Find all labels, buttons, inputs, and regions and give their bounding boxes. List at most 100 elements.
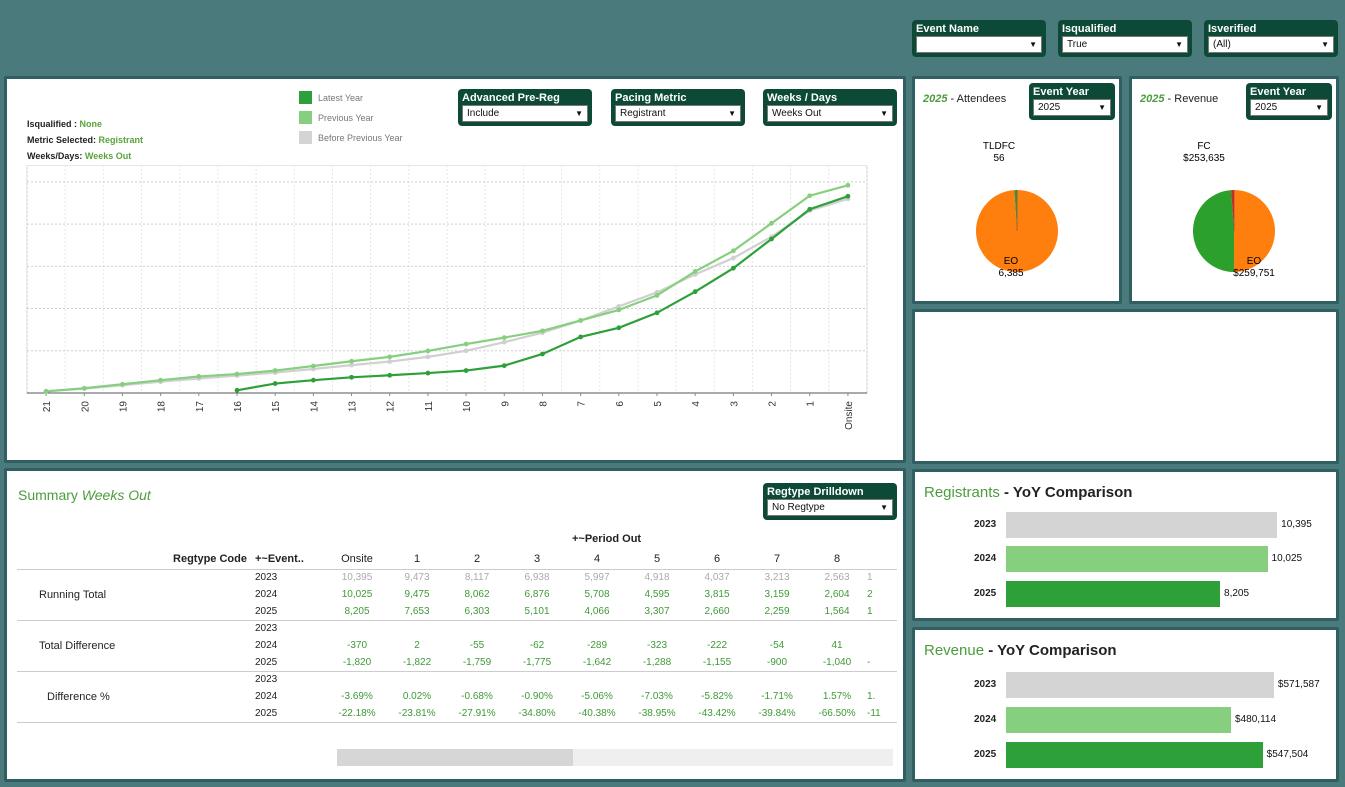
isverified-filter[interactable]: Isverified (All) ▼ bbox=[1204, 20, 1338, 57]
isqualified-filter[interactable]: Isqualified True ▼ bbox=[1058, 20, 1192, 57]
data-point[interactable] bbox=[807, 193, 813, 199]
event-year-select[interactable]: 2025 ▼ bbox=[1033, 99, 1111, 116]
data-point[interactable] bbox=[463, 341, 469, 347]
data-point[interactable] bbox=[578, 317, 584, 323]
bar[interactable] bbox=[1006, 581, 1221, 607]
table-cell: -5.06% bbox=[581, 691, 613, 702]
col-period[interactable]: 1 bbox=[387, 549, 447, 569]
data-point[interactable] bbox=[234, 371, 240, 377]
attendees-event-year-filter[interactable]: Event Year 2025 ▼ bbox=[1029, 83, 1115, 120]
table-cell: 9,475 bbox=[404, 589, 430, 600]
event-name-select[interactable]: ▼ bbox=[916, 36, 1042, 53]
summary-grid: Regtype Code +~Event.. Onsite 1 2 3 4 5 6 7 8 2023 1… bbox=[17, 549, 897, 726]
weeks-days-filter[interactable]: Weeks / Days Weeks Out ▼ bbox=[763, 89, 897, 126]
data-point[interactable] bbox=[425, 370, 431, 376]
table-cell bbox=[507, 620, 567, 637]
data-point[interactable] bbox=[807, 206, 813, 212]
data-point[interactable] bbox=[349, 358, 354, 364]
data-point[interactable] bbox=[310, 377, 316, 383]
scrollbar-track[interactable] bbox=[337, 749, 893, 766]
bar[interactable] bbox=[1006, 742, 1263, 768]
data-point[interactable] bbox=[387, 359, 393, 364]
revenue-event-year-filter[interactable]: Event Year 2025 ▼ bbox=[1246, 83, 1332, 120]
table-cell: -0.68% bbox=[461, 691, 493, 702]
chevron-down-icon: ▼ bbox=[880, 109, 888, 118]
data-point[interactable] bbox=[730, 265, 736, 271]
data-point[interactable] bbox=[730, 255, 736, 261]
scrollbar-thumb[interactable] bbox=[337, 749, 573, 766]
pacing-metric-value: Registrant bbox=[620, 108, 666, 119]
data-point[interactable] bbox=[616, 307, 622, 313]
data-point[interactable] bbox=[349, 374, 354, 380]
col-period[interactable]: 6 bbox=[687, 549, 747, 569]
event-year-label: Event Year bbox=[1033, 86, 1090, 98]
data-point[interactable] bbox=[158, 377, 164, 383]
col-period[interactable]: 8 bbox=[807, 549, 867, 569]
data-point[interactable] bbox=[463, 368, 469, 373]
col-period[interactable]: 7 bbox=[747, 549, 807, 569]
legend-before-previous-year[interactable]: Before Previous Year bbox=[299, 131, 403, 144]
data-point[interactable] bbox=[387, 354, 393, 360]
data-point[interactable] bbox=[463, 348, 469, 354]
advanced-prereg-select[interactable]: Include ▼ bbox=[462, 105, 588, 122]
legend-previous-year[interactable]: Previous Year bbox=[299, 111, 374, 124]
meta-isqualified: Isqualified : None bbox=[27, 116, 143, 132]
data-point[interactable] bbox=[196, 374, 202, 379]
data-point[interactable] bbox=[769, 220, 774, 226]
data-point[interactable] bbox=[272, 381, 278, 386]
col-period[interactable]: 4 bbox=[567, 549, 627, 569]
advanced-prereg-filter[interactable]: Advanced Pre-Reg Include ▼ bbox=[458, 89, 592, 126]
data-point[interactable] bbox=[730, 248, 736, 254]
table-cell: 7,653 bbox=[404, 605, 430, 617]
table-row: Total Difference 2024 -370 2 -55 -62 -289 -323 -… bbox=[17, 637, 897, 654]
col-period[interactable]: 2 bbox=[447, 549, 507, 569]
legend-latest-year[interactable]: Latest Year bbox=[299, 91, 363, 104]
data-point[interactable] bbox=[234, 387, 240, 393]
bar[interactable] bbox=[1006, 707, 1232, 733]
data-point[interactable] bbox=[540, 351, 545, 357]
data-point[interactable] bbox=[81, 385, 87, 391]
col-period[interactable]: Onsite bbox=[327, 549, 387, 569]
col-period[interactable]: 3 bbox=[507, 549, 567, 569]
data-point[interactable] bbox=[501, 363, 507, 369]
data-point[interactable] bbox=[425, 354, 431, 360]
data-point[interactable] bbox=[310, 363, 316, 369]
event-year-select[interactable]: 2025 ▼ bbox=[1250, 99, 1328, 116]
bar[interactable] bbox=[1006, 546, 1268, 572]
col-regtype-code[interactable]: Regtype Code bbox=[17, 549, 255, 569]
data-point[interactable] bbox=[845, 193, 851, 199]
data-point[interactable] bbox=[425, 348, 431, 354]
bar-category-label: 2025 bbox=[974, 588, 997, 599]
data-point[interactable] bbox=[120, 381, 125, 387]
col-event[interactable]: +~Event.. bbox=[255, 549, 327, 569]
data-point[interactable] bbox=[540, 328, 545, 334]
isqualified-select[interactable]: True ▼ bbox=[1062, 36, 1188, 53]
pie-slice[interactable] bbox=[1193, 190, 1234, 272]
regtype-drilldown-filter[interactable]: Regtype Drilldown No Regtype ▼ bbox=[763, 483, 897, 520]
event-name-filter[interactable]: Event Name ▼ bbox=[912, 20, 1046, 57]
data-point[interactable] bbox=[578, 334, 584, 340]
pacing-metric-filter[interactable]: Pacing Metric Registrant ▼ bbox=[611, 89, 745, 126]
data-point[interactable] bbox=[654, 310, 660, 316]
registrants-yoy-panel: Registrants - YoY Comparison 2023 10,395 2… bbox=[912, 469, 1339, 621]
regtype-drilldown-select[interactable]: No Regtype ▼ bbox=[767, 499, 893, 516]
data-point[interactable] bbox=[387, 372, 393, 378]
data-point[interactable] bbox=[769, 236, 774, 242]
data-point[interactable] bbox=[501, 335, 507, 341]
data-point[interactable] bbox=[616, 325, 622, 331]
data-point[interactable] bbox=[692, 289, 698, 295]
bar[interactable] bbox=[1006, 512, 1278, 538]
col-period[interactable]: 5 bbox=[627, 549, 687, 569]
bar-category-label: 2023 bbox=[974, 679, 997, 690]
data-point[interactable] bbox=[845, 182, 851, 188]
data-point[interactable] bbox=[692, 269, 698, 274]
data-point[interactable] bbox=[654, 292, 660, 298]
isverified-select[interactable]: (All) ▼ bbox=[1208, 36, 1334, 53]
pacing-metric-select[interactable]: Registrant ▼ bbox=[615, 105, 741, 122]
table-footer-line bbox=[17, 722, 897, 726]
weeks-days-select[interactable]: Weeks Out ▼ bbox=[767, 105, 893, 122]
data-point[interactable] bbox=[501, 339, 507, 345]
data-point[interactable] bbox=[43, 388, 49, 394]
bar[interactable] bbox=[1006, 672, 1274, 698]
data-point[interactable] bbox=[272, 368, 278, 373]
